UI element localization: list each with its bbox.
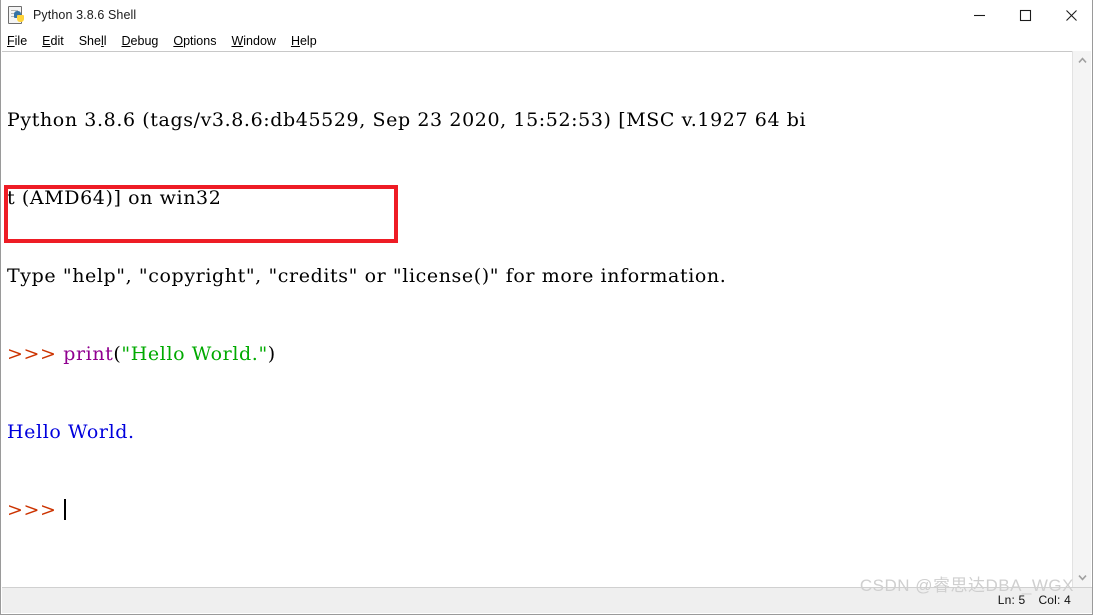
command-close-paren: ) <box>267 343 276 365</box>
status-line-number: Ln: 5 <box>997 593 1026 607</box>
window-controls <box>956 0 1092 30</box>
menu-label-help-mnemonic: H <box>290 33 300 48</box>
maximize-button[interactable] <box>1002 0 1048 30</box>
menu-label-debug-mnemonic: D <box>121 33 131 48</box>
menu-item-file[interactable]: File <box>7 34 27 48</box>
python-shell-window: Python 3.8.6 Shell File Edit Shell Debug… <box>0 0 1093 615</box>
banner-line-1-text: Python 3.8.6 (tags/v3.8.6:db45529, Sep 2… <box>7 109 807 131</box>
scroll-down-button[interactable] <box>1073 568 1092 587</box>
prompt-marker-1: >>> <box>7 343 57 365</box>
shell-text-area[interactable]: Python 3.8.6 (tags/v3.8.6:db45529, Sep 2… <box>2 51 1074 587</box>
menu-label-shell-post: l <box>103 33 107 48</box>
menu-item-edit[interactable]: Edit <box>42 34 64 48</box>
python-file-icon <box>6 5 26 25</box>
menu-label-edit-post: dit <box>50 33 64 48</box>
menu-item-shell[interactable]: Shell <box>79 34 107 48</box>
banner-line-2-text: t (AMD64)] on win32 <box>7 187 222 209</box>
menu-label-edit-mnemonic: E <box>42 33 51 48</box>
command-function-name: print <box>63 343 114 365</box>
banner-line-2: t (AMD64)] on win32 <box>7 185 806 211</box>
chevron-up-icon <box>1078 57 1087 63</box>
cursor-position-status: Ln: 5 Col: 4 <box>998 593 1071 607</box>
status-bar: Ln: 5 Col: 4 <box>2 587 1092 613</box>
minimize-button[interactable] <box>956 0 1002 30</box>
menu-label-options-post: ptions <box>183 33 217 48</box>
menu-label-window-post: indow <box>243 33 276 48</box>
menu-label-file-mnemonic: F <box>7 33 15 48</box>
vertical-scrollbar[interactable] <box>1072 51 1091 587</box>
command-line: >>> print("Hello World.") <box>7 341 806 367</box>
scroll-up-button[interactable] <box>1073 51 1092 70</box>
output-text: Hello World. <box>7 421 135 443</box>
banner-line-1: Python 3.8.6 (tags/v3.8.6:db45529, Sep 2… <box>7 107 806 133</box>
menu-label-options-mnemonic: O <box>173 33 184 48</box>
status-column-number: Col: 4 <box>1038 593 1071 607</box>
menu-label-help-post: elp <box>299 33 317 48</box>
title-bar-left: Python 3.8.6 Shell <box>1 5 956 25</box>
command-string-literal: "Hello World." <box>121 343 268 365</box>
title-bar: Python 3.8.6 Shell <box>1 0 1092 30</box>
text-caret <box>64 499 67 520</box>
chevron-down-icon <box>1078 575 1087 581</box>
menu-label-file-post: ile <box>14 33 28 48</box>
menu-label-window-mnemonic: W <box>231 33 244 48</box>
maximize-icon <box>1019 9 1031 21</box>
scrollbar-thumb[interactable] <box>1074 70 1091 568</box>
window-title: Python 3.8.6 Shell <box>33 8 137 22</box>
close-icon <box>1065 9 1077 21</box>
close-button[interactable] <box>1048 0 1092 30</box>
minimize-icon <box>973 14 985 16</box>
prompt-marker-2: >>> <box>7 499 57 521</box>
active-prompt-line: >>> <box>7 497 806 523</box>
banner-line-3-text: Type "help", "copyright", "credits" or "… <box>7 265 727 287</box>
menu-label-debug-post: ebug <box>130 33 159 48</box>
menu-item-help[interactable]: Help <box>291 34 317 48</box>
menu-bar: File Edit Shell Debug Options Window Hel… <box>1 30 1092 51</box>
shell-transcript: Python 3.8.6 (tags/v3.8.6:db45529, Sep 2… <box>7 55 806 575</box>
banner-line-3: Type "help", "copyright", "credits" or "… <box>7 263 806 289</box>
menu-item-debug[interactable]: Debug <box>122 34 159 48</box>
menu-item-window[interactable]: Window <box>231 34 275 48</box>
menu-item-options[interactable]: Options <box>173 34 216 48</box>
output-line: Hello World. <box>7 419 806 445</box>
menu-label-shell-pre: She <box>78 33 101 48</box>
